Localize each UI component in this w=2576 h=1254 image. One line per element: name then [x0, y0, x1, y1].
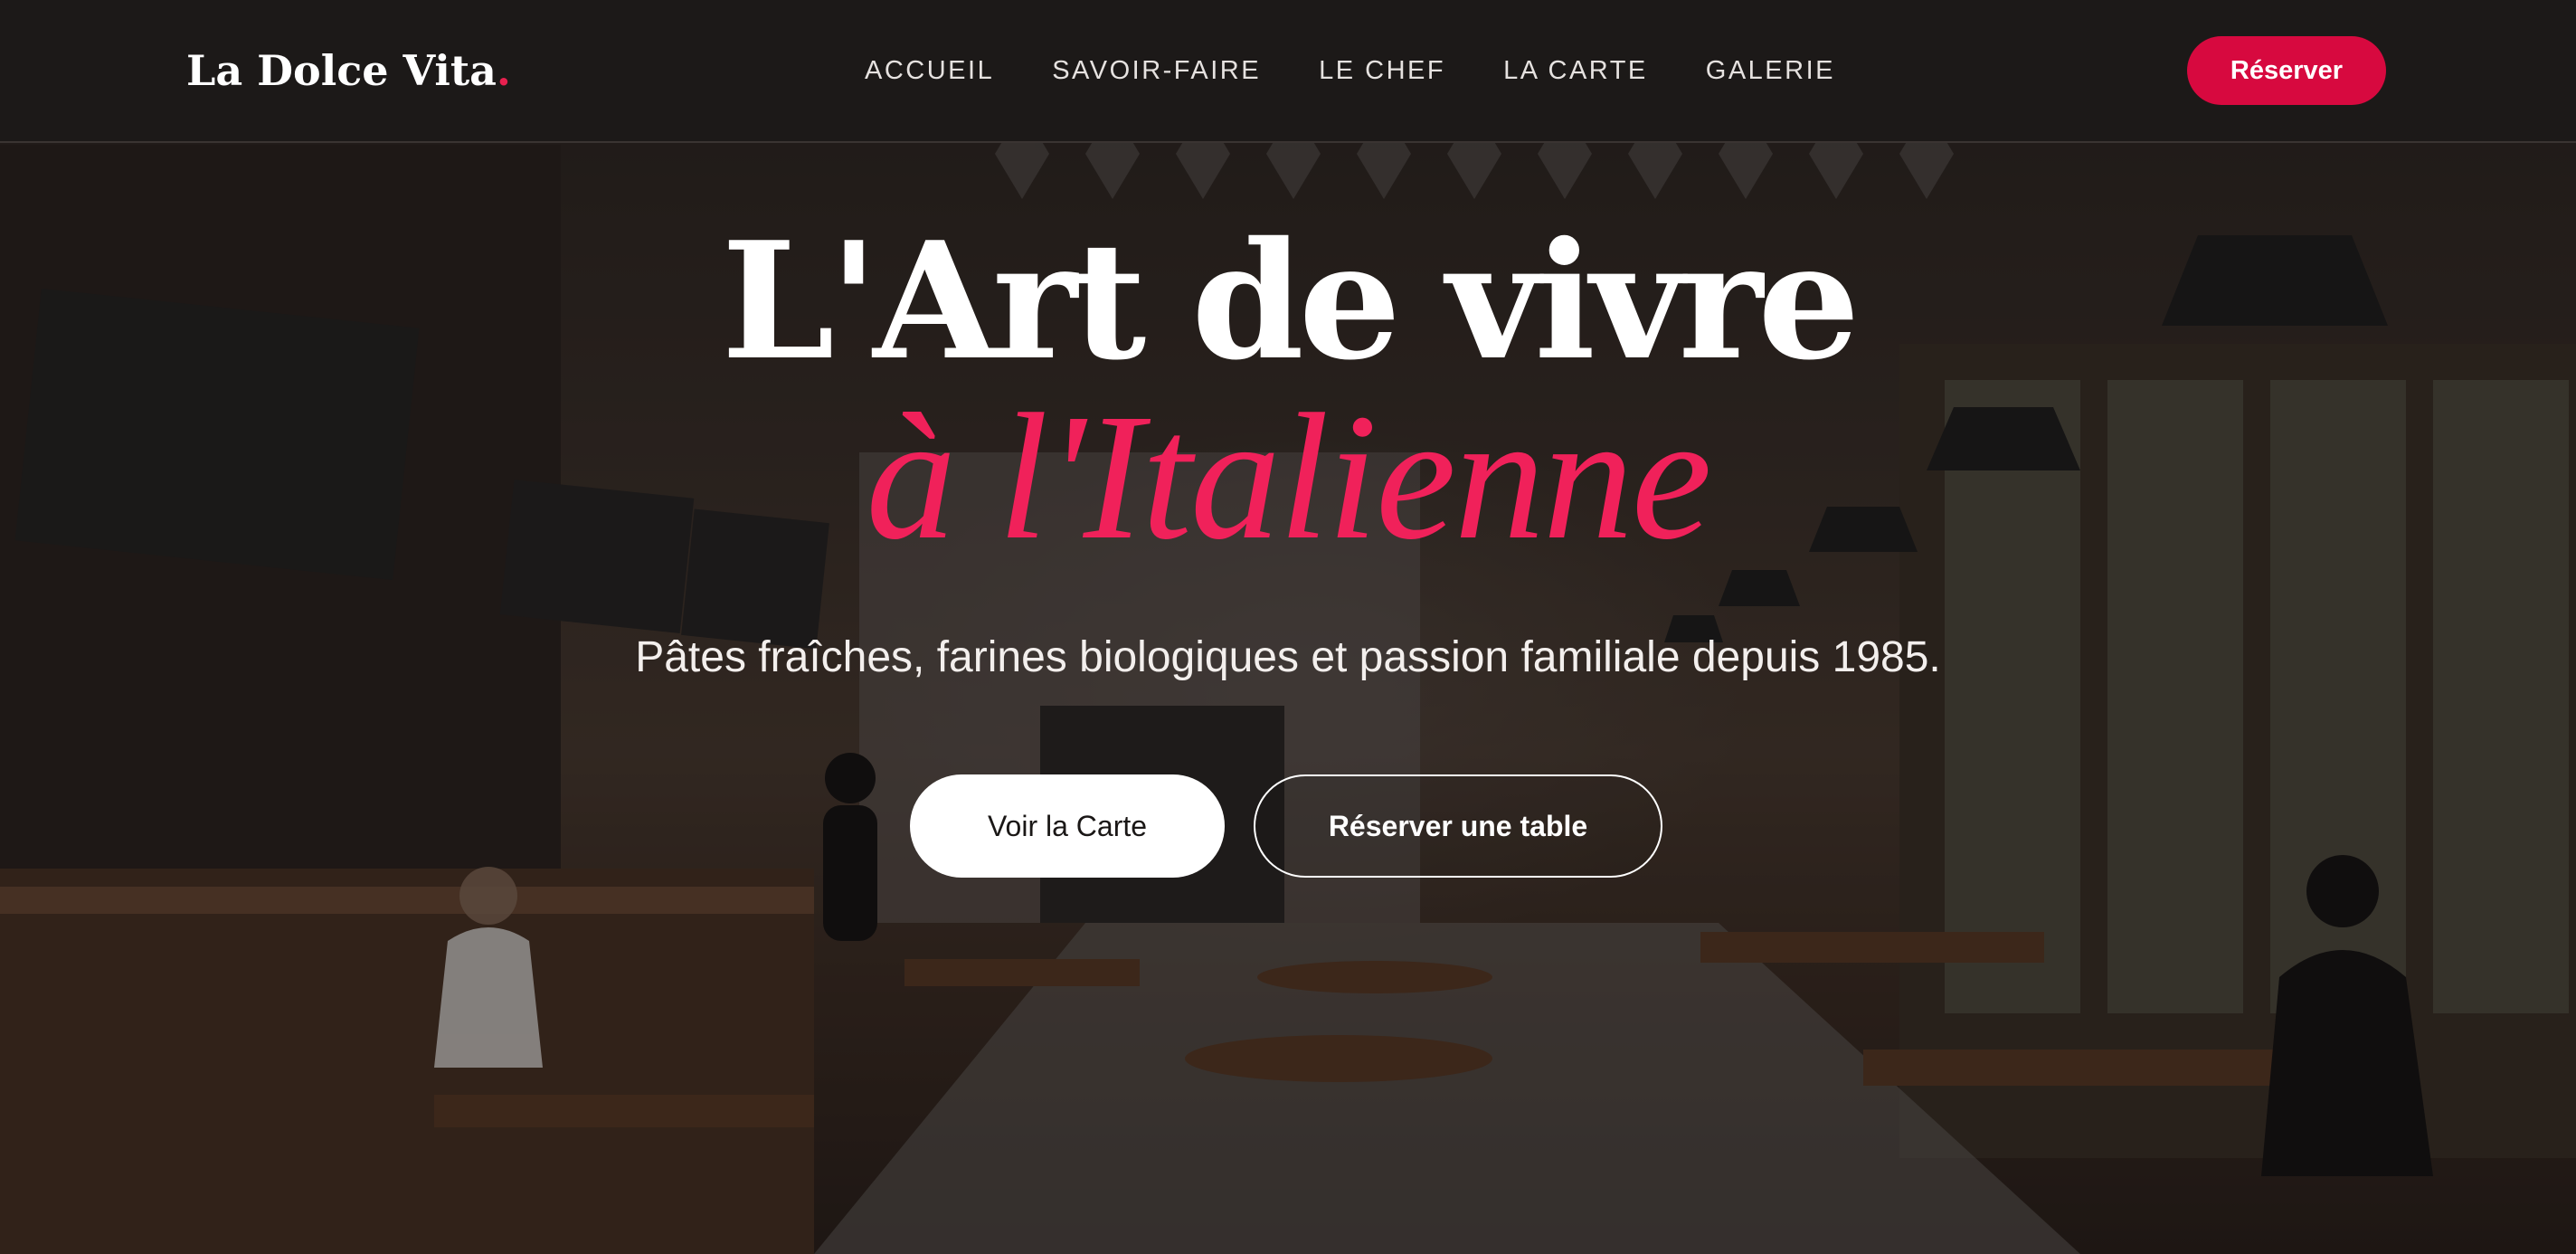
nav-link-la-carte[interactable]: LA CARTE [1503, 52, 1648, 89]
top-navbar: La Dolce Vita. ACCUEIL SAVOIR-FAIRE LE C… [0, 0, 2576, 143]
view-menu-button[interactable]: Voir la Carte [910, 774, 1225, 878]
brand-name: La Dolce Vita [186, 46, 497, 95]
nav-link-le-chef[interactable]: LE CHEF [1319, 52, 1445, 89]
nav-link-savoir-faire[interactable]: SAVOIR-FAIRE [1052, 52, 1261, 89]
brand-accent-dot: . [496, 46, 511, 95]
main-nav: ACCUEIL SAVOIR-FAIRE LE CHEF LA CARTE GA… [865, 52, 1893, 89]
nav-link-galerie[interactable]: GALERIE [1706, 52, 1835, 89]
hero-title-accent: à l'Italienne [866, 377, 1711, 577]
reserve-button[interactable]: Réserver [2187, 36, 2386, 105]
nav-link-accueil[interactable]: ACCUEIL [865, 52, 994, 89]
page: La Dolce Vita. ACCUEIL SAVOIR-FAIRE LE C… [0, 0, 2576, 1254]
brand-logo[interactable]: La Dolce Vita. [186, 42, 511, 100]
hero-subtitle: Pâtes fraîches, farines biologiques et p… [635, 633, 1941, 681]
book-table-button[interactable]: Réserver une table [1254, 774, 1662, 878]
hero-title: L'Art de vivre [721, 206, 1861, 395]
